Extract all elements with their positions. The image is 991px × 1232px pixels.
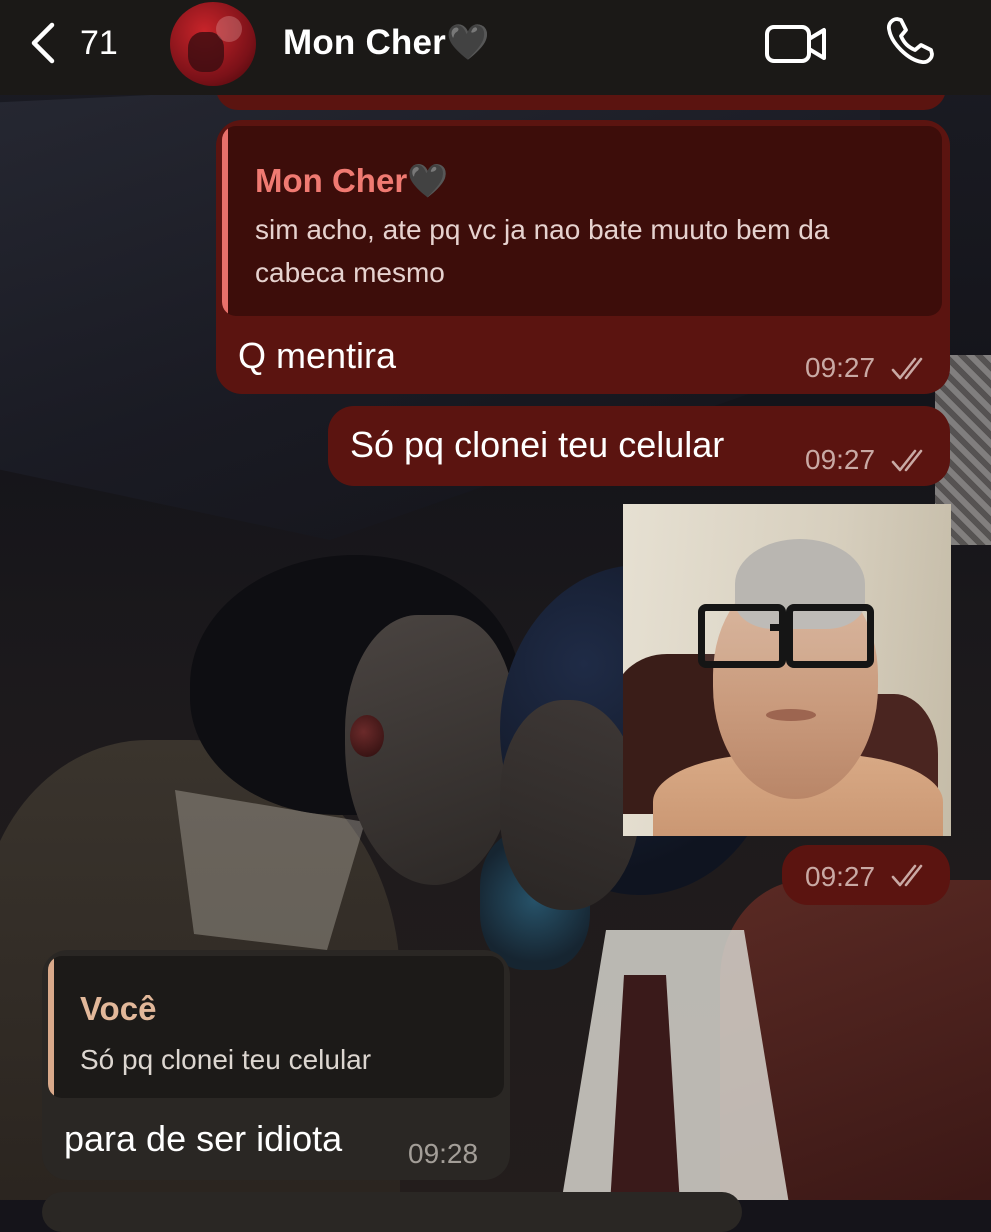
chevron-left-icon <box>31 22 55 64</box>
chat-header: 71 Mon Cher🖤 <box>0 0 991 95</box>
message-text: Só pq clonei teu celular <box>350 424 725 465</box>
reply-text-line: Só pq clonei teu celular <box>80 1044 372 1075</box>
wallpaper-shape <box>500 700 640 910</box>
avatar[interactable] <box>170 2 256 86</box>
reply-quote[interactable]: Mon Cher🖤 sim acho, ate pq vc ja nao bat… <box>222 126 942 316</box>
wallpaper-shape <box>350 715 384 757</box>
message-time: 09:27 <box>805 444 876 475</box>
reply-author: Você <box>80 990 157 1027</box>
photo-time-badge: 09:27 <box>782 845 950 905</box>
double-check-icon <box>891 864 923 887</box>
reply-accent-bar <box>222 126 228 316</box>
message-time: 09:27 <box>805 861 876 892</box>
chat-title[interactable]: Mon Cher🖤 <box>283 18 490 68</box>
reply-quote[interactable]: Você Só pq clonei teu celular <box>48 956 504 1098</box>
phone-icon[interactable] <box>884 15 936 67</box>
reply-author: Mon Cher🖤 <box>255 162 449 199</box>
double-check-icon <box>891 357 923 380</box>
reply-text-line: cabeca mesmo <box>255 257 445 288</box>
message-bubble-outgoing[interactable]: Mon Cher🖤 sim acho, ate pq vc ja nao bat… <box>216 120 950 394</box>
message-text: para de ser idiota <box>64 1118 343 1159</box>
photo-attachment[interactable] <box>623 504 951 836</box>
message-bubble-incoming[interactable]: Você Só pq clonei teu celular para de se… <box>42 950 510 1180</box>
message-bubble-outgoing[interactable]: Só pq clonei teu celular 09:27 <box>328 406 950 486</box>
message-time: 09:28 <box>408 1138 479 1169</box>
double-check-icon <box>891 449 923 472</box>
unread-count: 71 <box>80 23 118 62</box>
message-time: 09:27 <box>805 352 876 383</box>
next-message-bubble[interactable] <box>42 1192 742 1232</box>
video-camera-icon[interactable] <box>765 24 827 64</box>
reply-text-line: sim acho, ate pq vc ja nao bate muuto be… <box>255 214 830 245</box>
reply-accent-bar <box>48 956 54 1098</box>
back-button[interactable]: 71 <box>28 20 118 66</box>
message-text: Q mentira <box>238 335 397 376</box>
